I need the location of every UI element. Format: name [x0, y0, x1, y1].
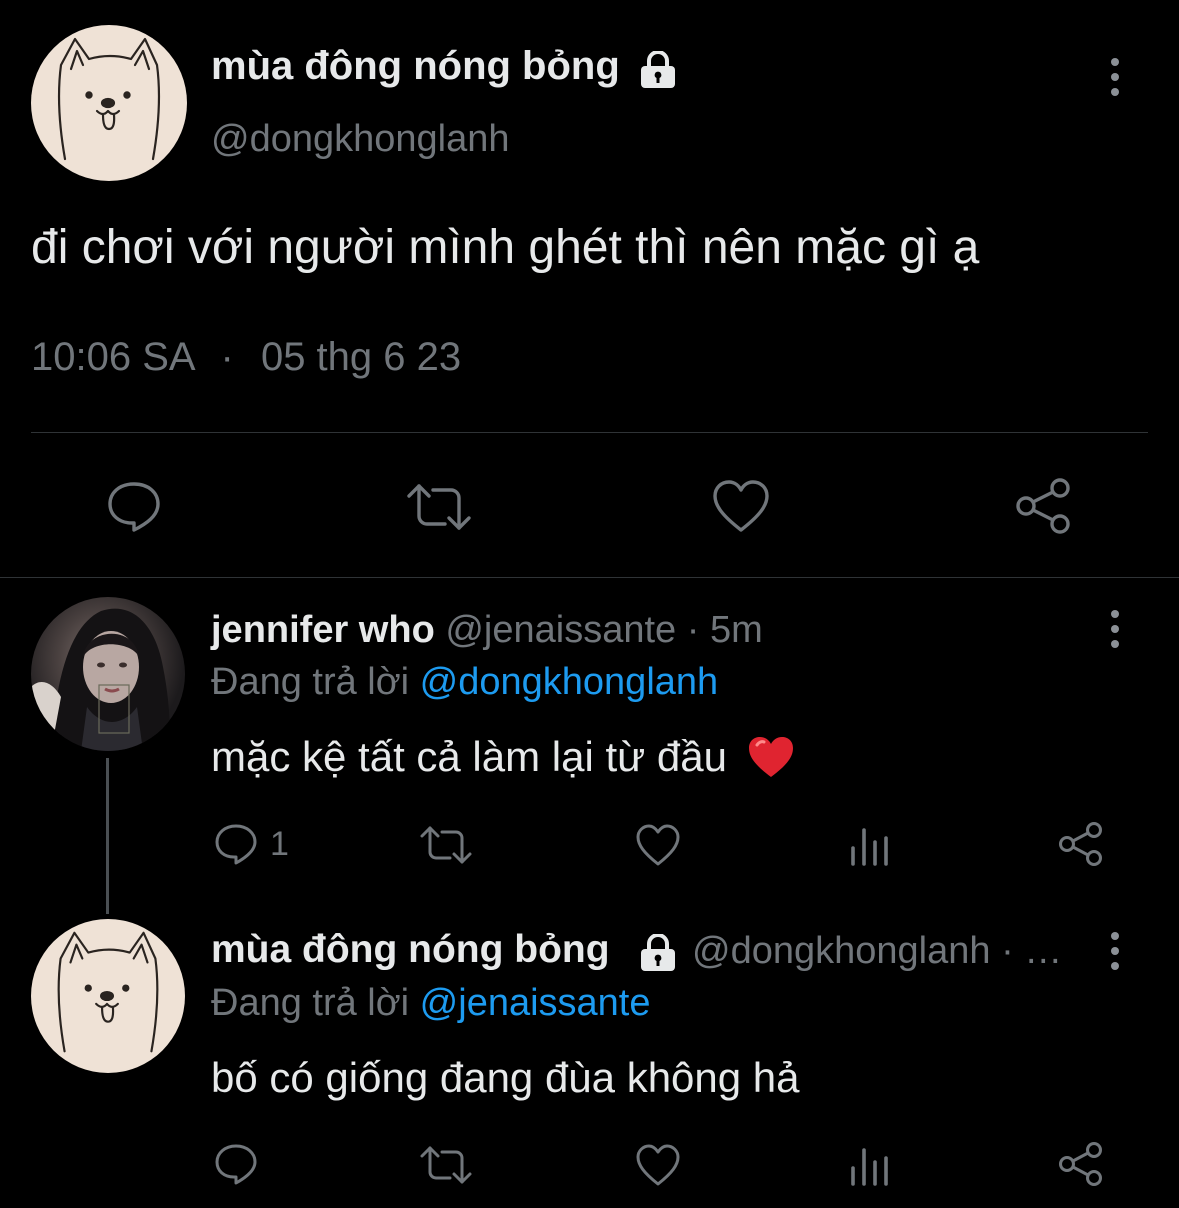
retweet-icon[interactable]	[405, 482, 473, 532]
divider	[31, 432, 1148, 433]
more-options-icon[interactable]	[1108, 932, 1122, 970]
retweet-icon[interactable]	[419, 825, 473, 865]
handle[interactable]: @dongkhonglanh	[211, 118, 510, 161]
avatar[interactable]	[31, 919, 185, 1073]
replying-label: Đang trả lời	[211, 661, 410, 703]
reply-header: jennifer who @jenaissante · 5m	[211, 609, 763, 652]
lock-icon	[641, 934, 675, 971]
display-name[interactable]: mùa đông nóng bỏng	[211, 928, 610, 971]
separator: ·	[686, 609, 700, 651]
analytics-icon[interactable]	[848, 1146, 890, 1186]
share-icon[interactable]	[1057, 1140, 1105, 1188]
handle: @dongkhonglanh · …	[692, 930, 1062, 973]
tweet-text: bố có giống đang đùa không hả	[211, 1054, 800, 1101]
reply-icon[interactable]	[213, 1142, 259, 1186]
reply-count: 1	[270, 825, 289, 863]
relative-time: 5m	[709, 609, 763, 651]
replying-label: Đang trả lời	[211, 982, 410, 1024]
tweet-text: đi chơi với người mình ghét thì nên mặc …	[31, 221, 980, 274]
reply-header: mùa đông nóng bỏng	[211, 928, 610, 972]
share-icon[interactable]	[1057, 820, 1105, 868]
replying-to-link[interactable]: @dongkhonglanh	[420, 661, 719, 703]
dog-avatar-icon	[57, 37, 161, 161]
display-name[interactable]: jennifer who	[211, 609, 435, 651]
truncated-meta: · …	[1001, 930, 1063, 972]
more-options-icon[interactable]	[1108, 58, 1122, 96]
thread-line	[106, 758, 109, 914]
replying-to: Đang trả lời @jenaissante	[211, 982, 651, 1025]
retweet-icon[interactable]	[419, 1145, 473, 1185]
like-icon[interactable]	[711, 478, 771, 534]
like-icon[interactable]	[635, 823, 681, 867]
time: 10:06 SA	[31, 335, 194, 379]
like-icon[interactable]	[635, 1143, 681, 1187]
analytics-icon[interactable]	[848, 826, 890, 866]
separator: ·	[220, 335, 234, 379]
handle[interactable]: @jenaissante	[445, 609, 676, 651]
avatar[interactable]	[31, 597, 185, 751]
share-icon[interactable]	[1014, 476, 1074, 536]
profile-photo	[31, 608, 170, 751]
lock-icon	[641, 51, 675, 88]
tweet-text: mặc kệ tất cả làm lại từ đầu	[211, 733, 795, 781]
avatar[interactable]	[31, 25, 187, 181]
more-options-icon[interactable]	[1108, 610, 1122, 648]
replying-to-link[interactable]: @jenaissante	[420, 982, 651, 1024]
dog-avatar-icon	[57, 931, 159, 1053]
date[interactable]: 05 thg 6 23	[261, 335, 461, 379]
reply-icon[interactable]	[213, 822, 259, 866]
display-name[interactable]: mùa đông nóng bỏng	[211, 44, 620, 89]
reply-icon[interactable]	[104, 478, 164, 534]
heart-emoji	[747, 735, 795, 779]
handle-text[interactable]: @dongkhonglanh	[692, 930, 991, 972]
replying-to: Đang trả lời @dongkhonglanh	[211, 661, 718, 704]
timestamp: 10:06 SA · 05 thg 6 23	[31, 335, 461, 380]
divider	[0, 577, 1179, 578]
